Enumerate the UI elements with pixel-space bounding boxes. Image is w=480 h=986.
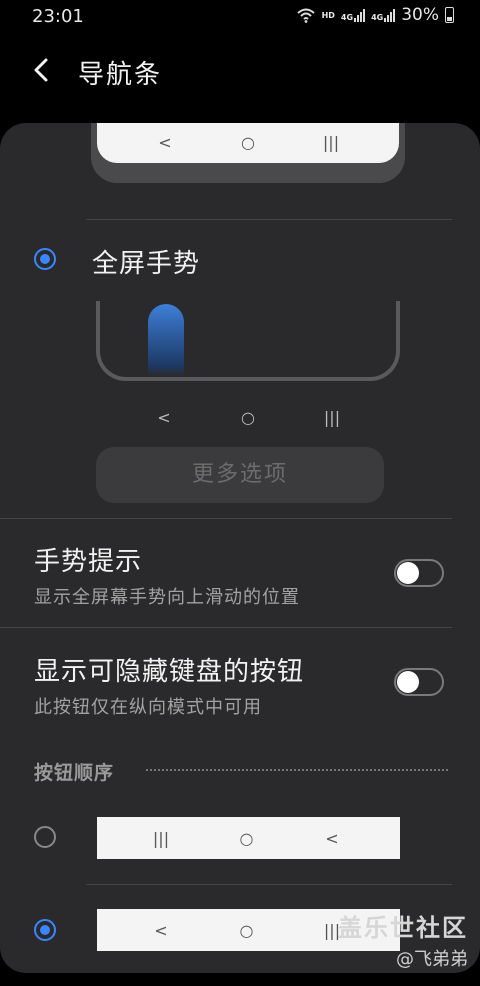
nav-buttons-preview: < ○ ||| (91, 123, 405, 183)
recent-apps-nav-icon: ||| (323, 408, 341, 427)
status-bar: 23:01 HD 4G 4G 30% (0, 0, 480, 34)
divider (0, 627, 452, 628)
divider (86, 219, 452, 220)
nav-row: ||| ○ < (149, 817, 344, 859)
preview-screen: < ○ ||| (97, 123, 399, 163)
more-options-button[interactable]: 更多选项 (96, 447, 384, 503)
wifi-icon (296, 8, 315, 23)
chevron-left-icon (34, 58, 48, 82)
signal-icon-2: 4G (371, 8, 396, 22)
signal-icon: 4G (341, 8, 366, 22)
fullscreen-gestures-radio[interactable] (34, 248, 56, 270)
gesture-hint-toggle[interactable] (394, 559, 444, 587)
battery-percent: 30% (401, 5, 439, 25)
button-order-option-2-radio[interactable] (34, 919, 56, 941)
button-order-heading: 按钮顺序 (34, 762, 115, 784)
keyboard-button-subtitle: 此按钮仅在纵向模式中可用 (34, 697, 262, 718)
home-nav-icon: ○ (241, 408, 255, 427)
back-nav-icon: < (158, 133, 172, 152)
back-nav-icon: < (154, 920, 168, 940)
fullscreen-gestures-label[interactable]: 全屏手势 (92, 243, 200, 280)
app-bar: 导航条 (0, 42, 480, 100)
keyboard-button-title: 显示可隐藏键盘的按钮 (34, 657, 305, 687)
button-order-option-1-radio[interactable] (34, 826, 56, 848)
hd-badge: HD (321, 10, 335, 20)
gesture-nav-hint-row: < ○ ||| (152, 408, 344, 427)
status-time: 23:01 (32, 6, 84, 27)
nav-row: < ○ ||| (149, 909, 344, 951)
home-nav-icon: ○ (241, 133, 255, 152)
divider (0, 518, 452, 519)
gesture-hint-title: 手势提示 (34, 547, 143, 577)
keyboard-button-toggle[interactable] (394, 668, 444, 696)
home-nav-icon: ○ (239, 828, 254, 848)
home-nav-icon: ○ (239, 920, 254, 940)
recent-apps-nav-icon: ||| (322, 133, 340, 152)
gesture-hint-subtitle: 显示全屏幕手势向上滑动的位置 (34, 587, 300, 608)
watermark: 盖乐世社区 @飞弟弟 (338, 908, 468, 971)
settings-card: < ○ ||| 全屏手势 < ○ ||| 更多选项 手势提示 显示全屏幕手势向上… (0, 123, 480, 973)
status-icons: HD 4G 4G 30% (296, 5, 454, 25)
page-title: 导航条 (78, 60, 163, 90)
back-nav-icon: < (157, 408, 171, 427)
preview-nav-row: < ○ ||| (153, 133, 343, 152)
back-button[interactable] (28, 52, 58, 88)
swipe-gesture-indicator (148, 304, 184, 376)
watermark-user: @飞弟弟 (396, 949, 468, 970)
battery-icon (445, 7, 454, 23)
back-nav-icon: < (325, 828, 339, 848)
section-divider-dotted (146, 769, 448, 771)
gesture-preview (96, 301, 400, 381)
divider (86, 884, 452, 885)
watermark-brand: 盖乐世社区 (338, 914, 468, 942)
recent-apps-nav-icon: ||| (152, 828, 170, 848)
button-order-option-1[interactable]: ||| ○ < (97, 817, 400, 859)
